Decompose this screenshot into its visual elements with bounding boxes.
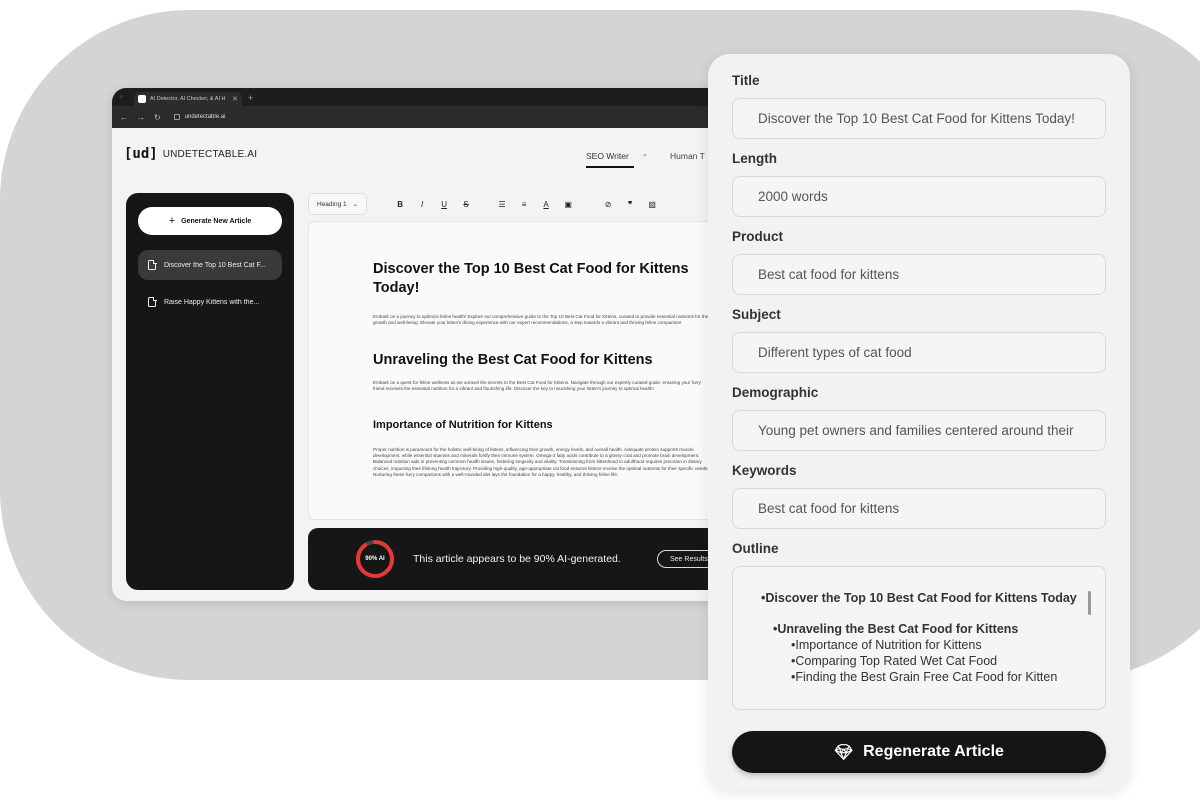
demographic-field[interactable]: Young pet owners and families centered a… — [732, 410, 1106, 451]
active-tab-indicator — [586, 166, 634, 168]
ai-detection-message: This article appears to be 90% AI-genera… — [413, 553, 621, 565]
url-text: undetectable.ai — [184, 114, 226, 120]
reload-icon[interactable]: ↻ — [154, 113, 161, 122]
heading-select-value: Heading 1 — [317, 200, 347, 208]
new-tab-icon[interactable]: + — [248, 93, 253, 103]
diamond-icon: 💎︎ — [834, 744, 854, 761]
product-label: Product — [732, 229, 784, 244]
numbered-list-icon[interactable]: ≡ — [513, 200, 535, 209]
sidebar-item-label: Raise Happy Kittens with the... — [164, 298, 260, 306]
tab-seo-writer[interactable]: SEO Writer — [586, 151, 629, 161]
product-field[interactable]: Best cat food for kittens — [732, 254, 1106, 295]
close-tab-icon[interactable]: ✕ — [232, 95, 238, 103]
outline-item: •Importance of Nutrition for Kittens — [791, 638, 982, 652]
regenerate-article-label: Regenerate Article — [863, 743, 1004, 760]
keywords-field[interactable]: Best cat food for kittens — [732, 488, 1106, 529]
highlight-icon[interactable]: ▣ — [557, 200, 579, 209]
title-label: Title — [732, 73, 760, 88]
outline-item: •Comparing Top Rated Wet Cat Food — [791, 654, 998, 668]
favicon-icon — [138, 95, 146, 103]
chevron-down-icon: ⌄ — [352, 201, 359, 208]
article-paragraph-2: Embark on a quest for feline wellness as… — [373, 380, 701, 392]
text-color-icon[interactable]: A — [535, 200, 557, 209]
url-field[interactable]: undetectable.ai — [173, 114, 226, 120]
title-field[interactable]: Discover the Top 10 Best Cat Food for Ki… — [732, 98, 1106, 139]
editor-toolbar: Heading 1 ⌄ B I U S ☰ ≡ A ▣ ⊘ ❞ ▨ — [308, 192, 752, 216]
article-heading-3: Importance of Nutrition for Kittens — [373, 419, 553, 431]
logo-mark: [ud] — [124, 146, 158, 162]
forward-icon[interactable]: → — [137, 113, 145, 122]
outline-field[interactable]: •Discover the Top 10 Best Cat Food for K… — [732, 566, 1106, 710]
window-menu-icon[interactable]: ◦ — [120, 92, 130, 102]
app-header: [ud] UNDETECTABLE.AI SEO Writer ⌄ Human … — [112, 128, 752, 174]
article-intro: Embark on a journey to optimize feline h… — [373, 314, 711, 326]
article-settings-panel: Title Discover the Top 10 Best Cat Food … — [708, 54, 1130, 790]
link-icon[interactable]: ⊘ — [597, 200, 619, 209]
outline-label: Outline — [732, 541, 779, 556]
sidebar-item-article-1[interactable]: Discover the Top 10 Best Cat F... — [138, 250, 282, 280]
image-icon[interactable]: ▨ — [641, 200, 663, 209]
article-sidebar: + Generate New Article Discover the Top … — [126, 193, 294, 590]
browser-tab-title: AI Detector, AI Checker, & AI H — [150, 96, 226, 102]
article-heading-2: Unraveling the Best Cat Food for Kittens — [373, 352, 653, 368]
ai-score-label: 90% AI — [365, 556, 385, 562]
chevron-down-icon[interactable]: ⌄ — [642, 150, 648, 158]
strikethrough-icon[interactable]: S — [455, 200, 477, 209]
heading-select[interactable]: Heading 1 ⌄ — [308, 193, 368, 215]
italic-icon[interactable]: I — [411, 200, 433, 209]
tab-humanizer[interactable]: Human T — [670, 151, 705, 161]
bold-icon[interactable]: B — [389, 200, 411, 209]
subject-field[interactable]: Different types of cat food — [732, 332, 1106, 373]
site-info-icon[interactable] — [173, 114, 180, 120]
browser-tab[interactable]: AI Detector, AI Checker, & AI H ✕ — [134, 92, 242, 106]
quote-icon[interactable]: ❞ — [619, 200, 641, 209]
sidebar-item-article-2[interactable]: Raise Happy Kittens with the... — [138, 287, 282, 317]
outline-scrollbar[interactable] — [1088, 591, 1091, 615]
browser-tab-bar: ◦ AI Detector, AI Checker, & AI H ✕ + — [112, 88, 752, 106]
back-icon[interactable]: ← — [120, 113, 128, 122]
bullet-list-icon[interactable]: ☰ — [491, 200, 513, 209]
outline-item: •Unraveling the Best Cat Food for Kitten… — [773, 622, 1019, 636]
document-icon — [148, 296, 157, 307]
article-paragraph-3: Proper nutrition is paramount for the ho… — [373, 447, 709, 477]
sidebar-item-label: Discover the Top 10 Best Cat F... — [164, 261, 266, 269]
generate-new-article-label: Generate New Article — [181, 217, 252, 225]
browser-window: ◦ AI Detector, AI Checker, & AI H ✕ + ← … — [112, 88, 752, 601]
document-icon — [148, 259, 157, 270]
keywords-label: Keywords — [732, 463, 797, 478]
address-bar: ← → ↻ undetectable.ai — [112, 106, 752, 128]
outline-item: •Finding the Best Grain Free Cat Food fo… — [791, 670, 1058, 684]
article-title: Discover the Top 10 Best Cat Food for Ki… — [373, 261, 689, 296]
generate-new-article-button[interactable]: + Generate New Article — [138, 207, 282, 235]
article-editor[interactable]: Discover the Top 10 Best Cat Food for Ki… — [308, 221, 752, 520]
logo-wordmark: UNDETECTABLE.AI — [162, 148, 258, 160]
ai-detection-banner: 90% AI This article appears to be 90% AI… — [308, 528, 752, 590]
subject-label: Subject — [732, 307, 781, 322]
logo[interactable]: [ud] UNDETECTABLE.AI — [124, 146, 257, 162]
regenerate-article-button[interactable]: 💎︎ Regenerate Article — [732, 731, 1106, 773]
demographic-label: Demographic — [732, 385, 819, 400]
length-label: Length — [732, 151, 777, 166]
outline-item: •Discover the Top 10 Best Cat Food for K… — [761, 591, 1077, 605]
plus-icon: + — [168, 215, 176, 227]
length-field[interactable]: 2000 words — [732, 176, 1106, 217]
underline-icon[interactable]: U — [433, 200, 455, 209]
